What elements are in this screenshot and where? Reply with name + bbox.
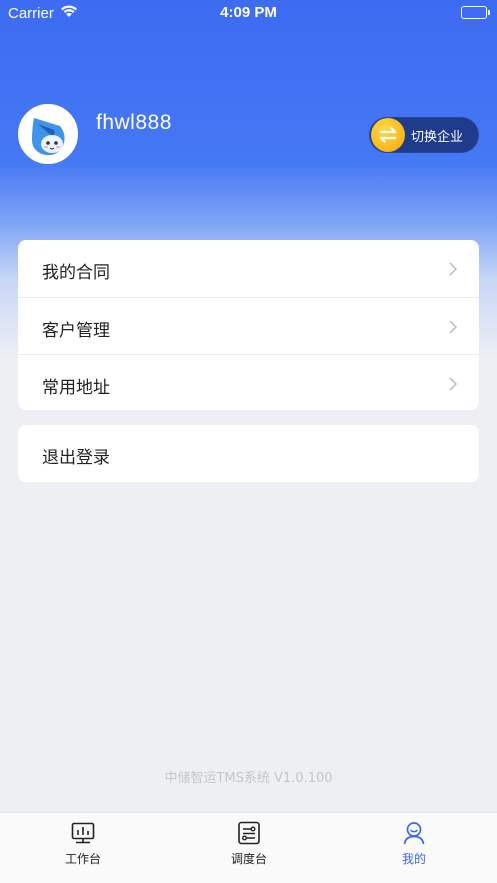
avatar[interactable]: [18, 104, 78, 164]
version-text: 中储智运TMS系统 V1.0.100: [164, 771, 333, 786]
chevron-right-icon: [449, 261, 457, 280]
menu-item-contracts[interactable]: 我的合同: [18, 240, 479, 297]
dispatch-icon: [166, 821, 332, 849]
chevron-right-icon: [449, 319, 457, 338]
logout-card: 退出登录: [18, 425, 479, 482]
tab-dispatch[interactable]: 调度台: [166, 813, 332, 883]
tab-label: 我的: [401, 852, 426, 866]
status-bar: Carrier 4:09 PM: [0, 0, 497, 26]
switch-company-button[interactable]: 切换企业: [369, 117, 479, 153]
monitor-icon: [0, 821, 166, 849]
menu-item-customers[interactable]: 客户管理: [18, 297, 479, 354]
menu-item-label: 我的合同: [42, 263, 110, 283]
tab-bar: 工作台 调度台 我的: [0, 812, 497, 883]
swap-icon: [371, 118, 405, 152]
chevron-right-icon: [449, 376, 457, 395]
user-icon: [331, 821, 497, 849]
menu-item-label: 客户管理: [42, 321, 110, 341]
tab-mine[interactable]: 我的: [331, 813, 497, 883]
menu-item-addresses[interactable]: 常用地址: [18, 354, 479, 411]
menu-item-label: 常用地址: [42, 378, 110, 398]
battery-icon: [461, 6, 490, 19]
logout-button[interactable]: 退出登录: [18, 425, 479, 482]
switch-company-label: 切换企业: [411, 130, 464, 145]
mascot-avatar-image: [20, 106, 76, 162]
tab-workbench[interactable]: 工作台: [0, 813, 166, 883]
username: fhwl888: [96, 111, 172, 134]
logout-label: 退出登录: [42, 448, 110, 468]
tab-label: 调度台: [230, 852, 267, 866]
clock-time: 4:09 PM: [220, 4, 277, 21]
tab-label: 工作台: [64, 852, 101, 866]
menu-card: 我的合同 客户管理 常用地址: [18, 240, 479, 410]
